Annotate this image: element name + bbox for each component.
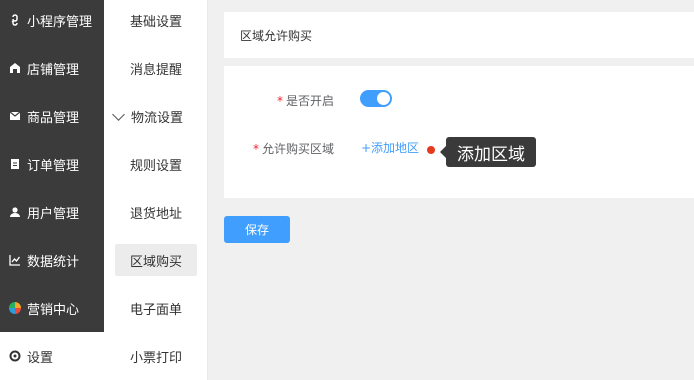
subnav-item-return-address[interactable]: 退货地址: [104, 188, 208, 236]
sidebar-item-label: 商品管理: [27, 110, 80, 126]
main-sidebar: 小程序管理 店铺管理 商品管理 订单管理 用户管理 数据统计 营销中心 设置: [0, 0, 104, 380]
sidebar-item-label: 营销中心: [27, 302, 80, 318]
add-region-link[interactable]: +添加地区: [361, 139, 419, 156]
subnav-item-label: 规则设置: [129, 158, 182, 174]
user-icon: [8, 205, 22, 219]
subnav-item-receipt-print[interactable]: 小票打印: [104, 332, 208, 380]
sidebar-item-store[interactable]: 店铺管理: [0, 44, 104, 92]
required-mark: *: [253, 142, 259, 156]
sidebar-item-label: 用户管理: [27, 206, 80, 222]
settings-icon: [8, 349, 22, 363]
sidebar-item-settings[interactable]: 设置: [0, 332, 104, 380]
toggle-knob: [377, 92, 390, 105]
chart-icon: [8, 253, 22, 267]
enable-toggle[interactable]: [360, 90, 392, 107]
enable-label-text: 是否开启: [286, 94, 335, 108]
mail-icon: [8, 109, 22, 123]
marketing-icon: [8, 301, 22, 315]
sidebar-item-label: 订单管理: [27, 158, 80, 174]
form-card: [224, 66, 694, 198]
region-label-text: 允许购买区域: [262, 142, 335, 156]
subnav-item-label: 消息提醒: [129, 62, 182, 78]
subnav-item-basic[interactable]: 基础设置: [104, 0, 208, 44]
subnav-item-rules[interactable]: 规则设置: [104, 140, 208, 188]
save-button-label: 保存: [244, 223, 269, 237]
sidebar-item-label: 数据统计: [27, 254, 80, 270]
link-icon: [8, 13, 22, 27]
active-pill: 区域购买: [115, 244, 197, 276]
enable-field-label: * 是否开启: [277, 92, 334, 109]
sidebar-item-label: 小程序管理: [27, 14, 93, 30]
sidebar-item-orders[interactable]: 订单管理: [0, 140, 104, 188]
subnav-item-label: 退货地址: [129, 206, 182, 222]
sidebar-item-statistics[interactable]: 数据统计: [0, 236, 104, 284]
subnav-item-notifications[interactable]: 消息提醒: [104, 44, 208, 92]
settings-subnav: 基础设置 消息提醒 物流设置 规则设置 退货地址 区域购买 电子面单 小票打印: [104, 0, 208, 380]
tooltip-text: 添加区域: [457, 144, 525, 165]
sidebar-item-goods[interactable]: 商品管理: [0, 92, 104, 140]
sidebar-item-users[interactable]: 用户管理: [0, 188, 104, 236]
subnav-item-label: 小票打印: [129, 350, 182, 366]
highlight-dot: [427, 146, 435, 154]
subnav-item-e-waybill[interactable]: 电子面单: [104, 284, 208, 332]
subnav-item-label: 物流设置: [131, 110, 184, 126]
page-title: 区域允许购买: [240, 28, 313, 43]
subnav-item-label: 区域购买: [129, 254, 182, 270]
subnav-item-region-purchase[interactable]: 区域购买: [104, 236, 208, 284]
required-mark: *: [277, 94, 283, 108]
sidebar-item-miniprogram[interactable]: 小程序管理: [0, 0, 104, 44]
subnav-group-logistics[interactable]: 物流设置: [104, 92, 208, 140]
region-field-label: * 允许购买区域: [253, 140, 334, 157]
subnav-item-label: 基础设置: [129, 14, 182, 30]
sidebar-item-label: 店铺管理: [27, 62, 80, 78]
sidebar-item-label: 设置: [27, 350, 54, 366]
chevron-down-icon: [112, 107, 125, 121]
add-region-tooltip: 添加区域: [440, 137, 536, 167]
page-title-card: 区域允许购买: [224, 12, 694, 58]
sidebar-item-marketing[interactable]: 营销中心: [0, 284, 104, 332]
save-button[interactable]: 保存: [224, 216, 290, 243]
subnav-item-label: 电子面单: [129, 302, 182, 318]
order-icon: [8, 157, 22, 171]
store-icon: [8, 61, 22, 75]
